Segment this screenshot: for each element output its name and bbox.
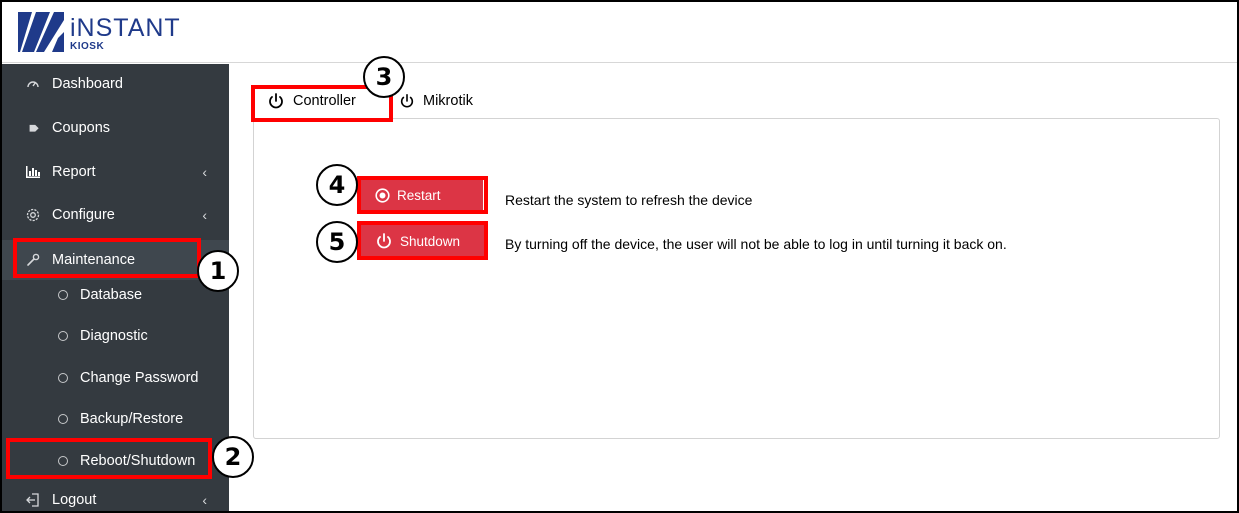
sidebar-subitem-label: Diagnostic (80, 328, 148, 344)
gear-icon (24, 206, 42, 224)
sidebar-subitem-label: Reboot/Shutdown (80, 453, 196, 469)
power-icon (400, 93, 414, 108)
annotation-badge-5: 5 (316, 221, 358, 263)
sidebar-item-report[interactable]: Report ‹ (2, 152, 229, 192)
bar-chart-icon (24, 163, 42, 181)
restart-description: Restart the system to refresh the device (505, 192, 753, 208)
shutdown-description: By turning off the device, the user will… (505, 236, 1007, 252)
sidebar-subitem-label: Backup/Restore (80, 411, 184, 427)
tab-controller[interactable]: Controller (267, 84, 356, 118)
chevron-left-icon: ‹ (202, 492, 207, 508)
shutdown-button[interactable]: Shutdown (361, 225, 484, 257)
annotation-badge-3: 3 (363, 56, 405, 98)
sidebar-subitem-backup-restore[interactable]: Backup/Restore (2, 399, 229, 439)
circle-icon (58, 290, 68, 300)
brand-name: iNSTANT (70, 14, 181, 42)
tab-label: Controller (293, 93, 356, 109)
logout-icon (24, 491, 42, 509)
circle-icon (58, 456, 68, 466)
restart-button[interactable]: Restart (361, 179, 483, 211)
sidebar-item-label: Dashboard (52, 76, 123, 92)
tab-mikrotik[interactable]: Mikrotik (399, 84, 473, 118)
top-bar: iNSTANT KIOSK (2, 2, 1237, 63)
circle-icon (58, 373, 68, 383)
annotation-badge-2: 2 (212, 436, 254, 478)
chevron-left-icon: ‹ (202, 207, 207, 223)
logo-icon (18, 12, 64, 52)
sidebar-item-label: Logout (52, 492, 97, 508)
sidebar-item-maintenance[interactable]: Maintenance (2, 240, 229, 280)
shutdown-label: Shutdown (400, 233, 461, 249)
annotation-badge-1: 1 (197, 250, 239, 292)
wrench-icon (24, 251, 42, 269)
sidebar-subitem-label: Database (80, 287, 143, 303)
power-icon (269, 93, 283, 109)
tab-label: Mikrotik (423, 93, 473, 109)
circle-icon (58, 331, 68, 341)
sidebar-item-coupons[interactable]: Coupons (2, 108, 229, 148)
record-icon (375, 187, 390, 203)
circle-icon (58, 414, 68, 424)
annotation-badge-4: 4 (316, 164, 358, 206)
brand-sub: KIOSK (70, 41, 105, 52)
sidebar-item-dashboard[interactable]: Dashboard (2, 64, 229, 104)
restart-label: Restart (397, 187, 441, 203)
tag-icon (24, 119, 42, 137)
sidebar-item-configure[interactable]: Configure ‹ (2, 195, 229, 235)
sidebar-item-label: Report (52, 164, 96, 180)
app-window: iNSTANT KIOSK Dashboard Coupons Report ‹ (0, 0, 1239, 513)
sidebar-subitem-reboot-shutdown[interactable]: Reboot/Shutdown (2, 441, 229, 481)
power-icon (375, 232, 393, 250)
sidebar-item-label: Coupons (52, 120, 111, 136)
sidebar-item-label: Configure (52, 207, 115, 223)
sidebar-item-logout[interactable]: Logout ‹ (2, 480, 229, 511)
sidebar-item-label: Maintenance (52, 252, 136, 268)
chevron-left-icon: ‹ (202, 164, 207, 180)
logo[interactable]: iNSTANT KIOSK (12, 8, 212, 56)
controller-panel (253, 118, 1220, 439)
sidebar: Dashboard Coupons Report ‹ Configure ‹ M… (2, 64, 229, 511)
sidebar-subitem-diagnostic[interactable]: Diagnostic (2, 316, 229, 356)
sidebar-subitem-database[interactable]: Database (2, 275, 229, 315)
sidebar-subitem-label: Change Password (80, 370, 199, 386)
sidebar-subitem-change-password[interactable]: Change Password (2, 358, 229, 398)
gauge-icon (24, 75, 42, 93)
